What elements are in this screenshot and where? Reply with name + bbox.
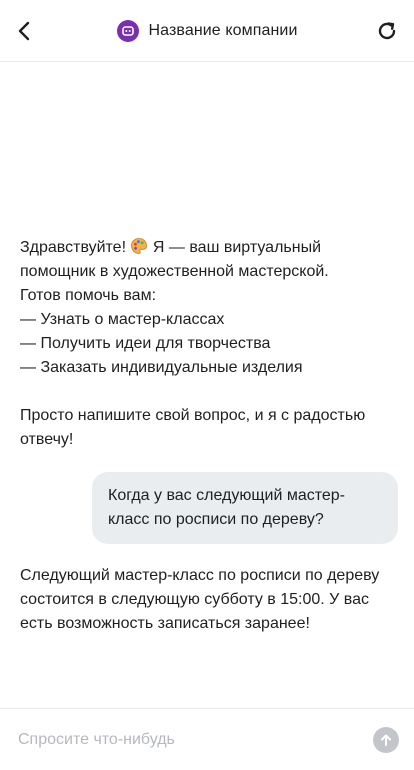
bot-message: Следующий мастер-класс по росписи по дер… xyxy=(20,567,380,632)
chevron-left-icon xyxy=(18,21,30,41)
back-button[interactable] xyxy=(10,16,40,46)
page-title: Название компании xyxy=(148,21,298,39)
header-title-group: Название компании xyxy=(116,19,298,42)
bot-message: Здравствуйте! Я — ваш виртуальный помощн… xyxy=(20,236,380,452)
message-input[interactable] xyxy=(16,723,360,756)
arrow-up-icon xyxy=(381,734,391,746)
chat-messages[interactable]: Здравствуйте! Я — ваш виртуальный помощн… xyxy=(0,62,414,708)
send-button[interactable] xyxy=(373,727,399,753)
refresh-button[interactable] xyxy=(372,16,402,46)
bot-message-text: Здравствуйте! xyxy=(20,239,131,256)
message-input-bar xyxy=(0,708,414,770)
bot-message-text-continued: Я — ваш виртуальный помощник в художеств… xyxy=(20,239,366,448)
user-message: Когда у вас следующий мастер-класс по ро… xyxy=(92,472,398,544)
chat-bot-logo-icon xyxy=(116,19,139,42)
palette-emoji xyxy=(131,238,148,254)
chat-header: Название компании xyxy=(0,0,414,62)
refresh-icon xyxy=(378,22,396,40)
